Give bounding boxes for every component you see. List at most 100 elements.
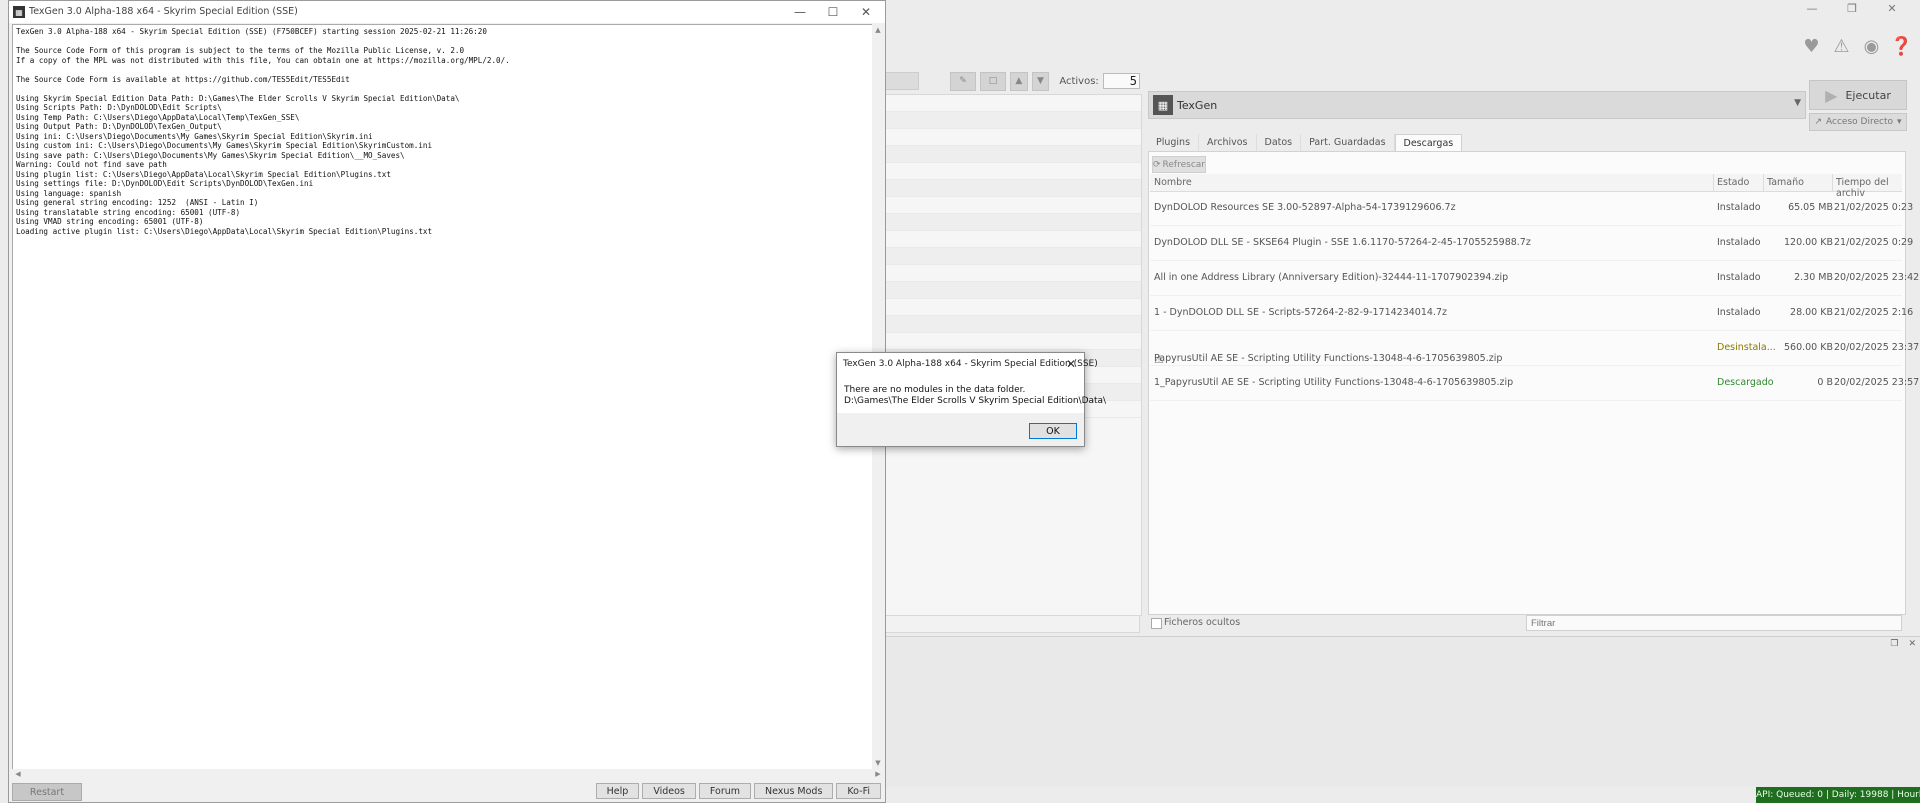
log-panel: ❐ ✕: [885, 636, 1920, 787]
list-item[interactable]: [886, 163, 1141, 180]
download-state: Instalado: [1717, 237, 1761, 248]
arrow-up-icon[interactable]: ▲: [1009, 71, 1028, 91]
tools-icon[interactable]: ✎: [950, 71, 976, 91]
download-size: 120.00 KB: [1783, 237, 1833, 248]
scroll-left-icon[interactable]: ◀: [12, 769, 24, 779]
ko-fi-button[interactable]: Ko-Fi: [836, 783, 881, 799]
list-item[interactable]: [886, 299, 1141, 316]
help-button[interactable]: Help: [595, 783, 640, 799]
list-item[interactable]: [886, 129, 1141, 146]
download-state: Descargado: [1717, 377, 1774, 388]
list-item[interactable]: [886, 265, 1141, 282]
list-item[interactable]: [886, 197, 1141, 214]
list-item[interactable]: [886, 146, 1141, 163]
modlist-filter[interactable]: [885, 615, 1140, 633]
executable-label: TexGen: [1177, 98, 1218, 112]
tab-datos[interactable]: Datos: [1257, 134, 1302, 151]
download-state: Instalado: [1717, 202, 1761, 213]
scroll-down-icon[interactable]: ▼: [872, 757, 884, 769]
scroll-up-icon[interactable]: ▲: [872, 24, 884, 36]
console-log[interactable]: TexGen 3.0 Alpha-188 x64 - Skyrim Specia…: [12, 24, 874, 771]
update-icon[interactable]: ◉: [1859, 34, 1884, 59]
table-row[interactable]: DynDOLOD Resources SE 3.00-52897-Alpha-5…: [1150, 191, 1913, 226]
close-icon[interactable]: ✕: [851, 2, 881, 22]
minimize-icon[interactable]: —: [785, 2, 815, 22]
tab-saves[interactable]: Part. Guardadas: [1301, 134, 1395, 151]
table-row[interactable]: ⚠ PapyrusUtil AE SE - Scripting Utility F…: [1150, 331, 1919, 366]
download-name: 1_PapyrusUtil AE SE - Scripting Utility …: [1154, 377, 1514, 388]
downloads-header: Nombre Estado Tamaño Tiempo del archiv: [1150, 174, 1902, 199]
executable-select[interactable]: ▦ TexGen ▼: [1148, 91, 1806, 119]
tab-plugins[interactable]: Plugins: [1148, 134, 1200, 151]
shortcut-label: Acceso Directo: [1826, 117, 1893, 127]
profile-select[interactable]: [885, 72, 919, 90]
col-size[interactable]: Tamaño: [1767, 177, 1804, 188]
dialog-path: D:\Games\The Elder Scrolls V Skyrim Spec…: [844, 396, 1107, 406]
list-item[interactable]: [886, 316, 1141, 333]
restore-icon[interactable]: ❐: [1832, 0, 1872, 16]
link-buttons: Help Videos Forum Nexus Mods Ko-Fi: [595, 783, 881, 799]
folder-icon[interactable]: □: [979, 71, 1006, 91]
refresh-button[interactable]: ⟳ Refrescar: [1152, 156, 1206, 173]
download-time: 20/02/2025 23:37: [1834, 342, 1920, 353]
table-row[interactable]: 1 - DynDOLOD DLL SE - Scripts-57264-2-82…: [1150, 296, 1913, 331]
hidden-files-checkbox[interactable]: [1151, 618, 1162, 629]
list-item[interactable]: [886, 282, 1141, 299]
close-icon[interactable]: ✕: [1908, 639, 1916, 649]
texgen-bottom-bar: Restart Help Videos Forum Nexus Mods Ko-…: [9, 780, 885, 802]
close-icon[interactable]: ✕: [1063, 356, 1079, 372]
download-time: 20/02/2025 23:57: [1834, 377, 1920, 388]
arrow-down-icon[interactable]: ▼: [1031, 71, 1050, 91]
download-time: 21/02/2025 0:29: [1834, 237, 1914, 248]
texgen-icon: ▦: [13, 6, 25, 18]
maximize-icon[interactable]: ☐: [818, 2, 848, 22]
heart-icon[interactable]: ♥: [1799, 34, 1824, 59]
play-icon: ▶: [1825, 85, 1838, 105]
download-size: 65.05 MB: [1788, 202, 1833, 213]
shortcut-icon: ↗: [1814, 117, 1823, 127]
float-icon[interactable]: ❐: [1890, 639, 1898, 649]
list-item[interactable]: [886, 231, 1141, 248]
list-item[interactable]: [886, 112, 1141, 129]
run-button[interactable]: ▶ Ejecutar: [1809, 80, 1907, 110]
list-item[interactable]: [886, 333, 1141, 350]
console-text: TexGen 3.0 Alpha-188 x64 - Skyrim Specia…: [16, 27, 510, 236]
scroll-right-icon[interactable]: ▶: [872, 769, 884, 779]
download-name: DynDOLOD Resources SE 3.00-52897-Alpha-5…: [1154, 202, 1456, 213]
table-row[interactable]: 1_PapyrusUtil AE SE - Scripting Utility …: [1150, 366, 1919, 401]
table-row[interactable]: DynDOLOD DLL SE - SKSE64 Plugin - SSE 1.…: [1150, 226, 1913, 261]
shortcut-button[interactable]: ↗ Acceso Directo ▾: [1809, 113, 1907, 131]
list-item[interactable]: [886, 214, 1141, 231]
restart-button[interactable]: Restart: [12, 783, 82, 801]
texgen-title: TexGen 3.0 Alpha-188 x64 - Skyrim Specia…: [29, 6, 298, 17]
tab-archivos[interactable]: Archivos: [1199, 134, 1257, 151]
videos-button[interactable]: Videos: [642, 783, 696, 799]
download-name: DynDOLOD DLL SE - SKSE64 Plugin - SSE 1.…: [1154, 237, 1531, 248]
hidden-files-label: Ficheros ocultos: [1164, 617, 1241, 628]
dialog-title: TexGen 3.0 Alpha-188 x64 - Skyrim Specia…: [843, 359, 1098, 369]
mo2-window-controls: — ❐ ✕: [1792, 0, 1912, 16]
download-name: PapyrusUtil AE SE - Scripting Utility Fu…: [1154, 353, 1503, 364]
download-time: 21/02/2025 0:23: [1834, 202, 1914, 213]
help-icon[interactable]: ❓: [1889, 34, 1914, 59]
col-state[interactable]: Estado: [1717, 177, 1749, 188]
list-item[interactable]: [886, 248, 1141, 265]
ok-button[interactable]: OK: [1029, 423, 1077, 439]
nexus-mods-button[interactable]: Nexus Mods: [754, 783, 834, 799]
warning-icon[interactable]: ⚠: [1829, 34, 1854, 59]
table-row[interactable]: All in one Address Library (Anniversary …: [1150, 261, 1919, 296]
download-name: All in one Address Library (Anniversary …: [1154, 272, 1509, 283]
list-item[interactable]: [886, 95, 1141, 112]
col-name[interactable]: Nombre: [1154, 177, 1192, 188]
downloads-footer: Ficheros ocultos: [1148, 614, 1904, 632]
texgen-icon: ▦: [1153, 95, 1173, 115]
dialog-title-bar: TexGen 3.0 Alpha-188 x64 - Skyrim Specia…: [837, 353, 1098, 375]
download-size: 2.30 MB: [1794, 272, 1833, 283]
minimize-icon[interactable]: —: [1792, 0, 1832, 16]
filter-input[interactable]: [1526, 615, 1902, 631]
tab-descargas[interactable]: Descargas: [1394, 134, 1463, 152]
horizontal-scrollbar[interactable]: ◀ ▶: [12, 769, 884, 779]
forum-button[interactable]: Forum: [698, 783, 752, 799]
list-item[interactable]: [886, 180, 1141, 197]
close-icon[interactable]: ✕: [1872, 0, 1912, 16]
